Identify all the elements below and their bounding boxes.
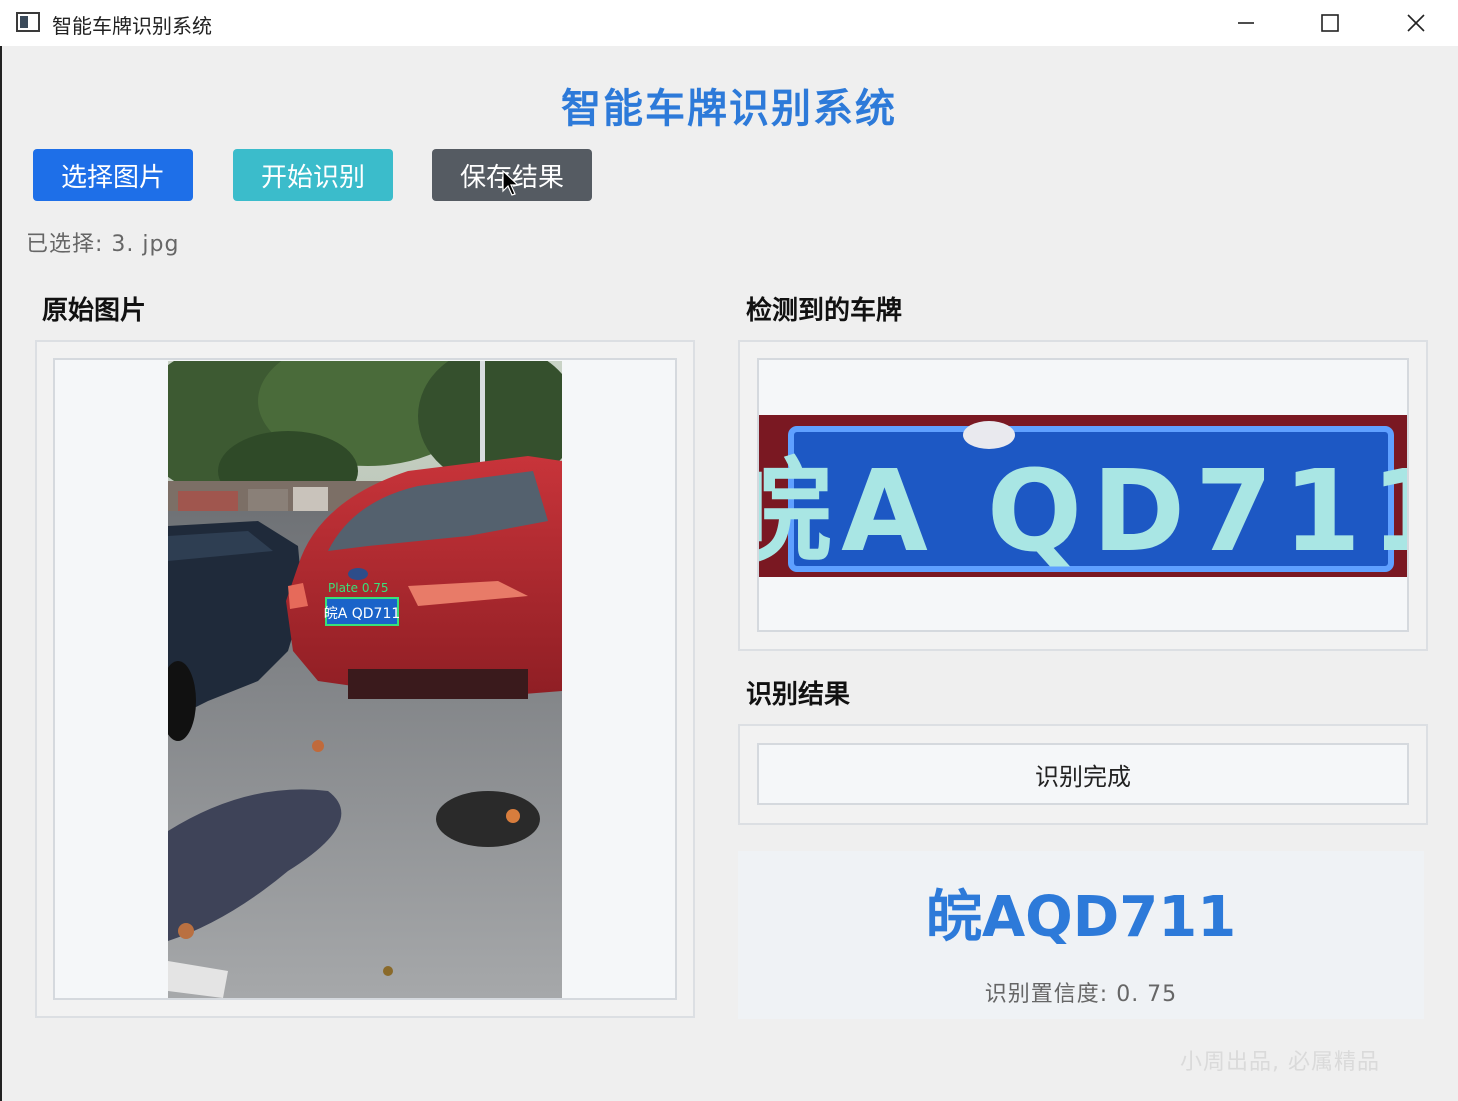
plate-crop-graphic: 皖A QD711 — [759, 415, 1407, 577]
detected-plate-image: 皖A QD711 — [759, 415, 1407, 577]
window-titlebar: 智能车牌识别系统 — [0, 0, 1458, 46]
recognition-result-title: 识别结果 — [746, 680, 851, 710]
selected-file-label: 已选择: 3. jpg — [26, 232, 180, 257]
window-title: 智能车牌识别系统 — [52, 14, 212, 38]
detected-plate-title: 检测到的车牌 — [746, 296, 903, 326]
recognition-status: 识别完成 — [757, 743, 1409, 805]
select-image-button[interactable]: 选择图片 — [33, 149, 193, 201]
app-window-icon — [16, 12, 40, 32]
original-image-title: 原始图片 — [42, 296, 147, 326]
page-title: 智能车牌识别系统 — [561, 86, 897, 132]
confidence-label: 识别置信度: 0. 75 — [984, 982, 1178, 1007]
close-button[interactable] — [1376, 0, 1456, 46]
maximize-button[interactable] — [1290, 0, 1370, 46]
window-left-border — [0, 46, 2, 1101]
maximize-icon — [1321, 14, 1339, 32]
original-photo: 皖A QD711 Plate 0.75 — [168, 361, 562, 998]
minimize-icon — [1238, 22, 1254, 24]
recognized-plate-number: 皖AQD711 — [925, 885, 1237, 950]
watermark-text: 小周出品, 必属精品 — [1180, 1050, 1380, 1075]
start-recognition-button[interactable]: 开始识别 — [233, 149, 393, 201]
close-icon — [1407, 14, 1425, 32]
detection-overlay-label: Plate 0.75 — [328, 581, 389, 595]
mouse-cursor-icon — [502, 170, 520, 196]
car-photo-image: 皖A QD711 Plate 0.75 — [168, 361, 562, 998]
plate-crop-text: 皖A QD711 — [759, 447, 1407, 577]
car-plate-text: 皖A QD711 — [324, 606, 401, 622]
minimize-button[interactable] — [1206, 0, 1286, 46]
